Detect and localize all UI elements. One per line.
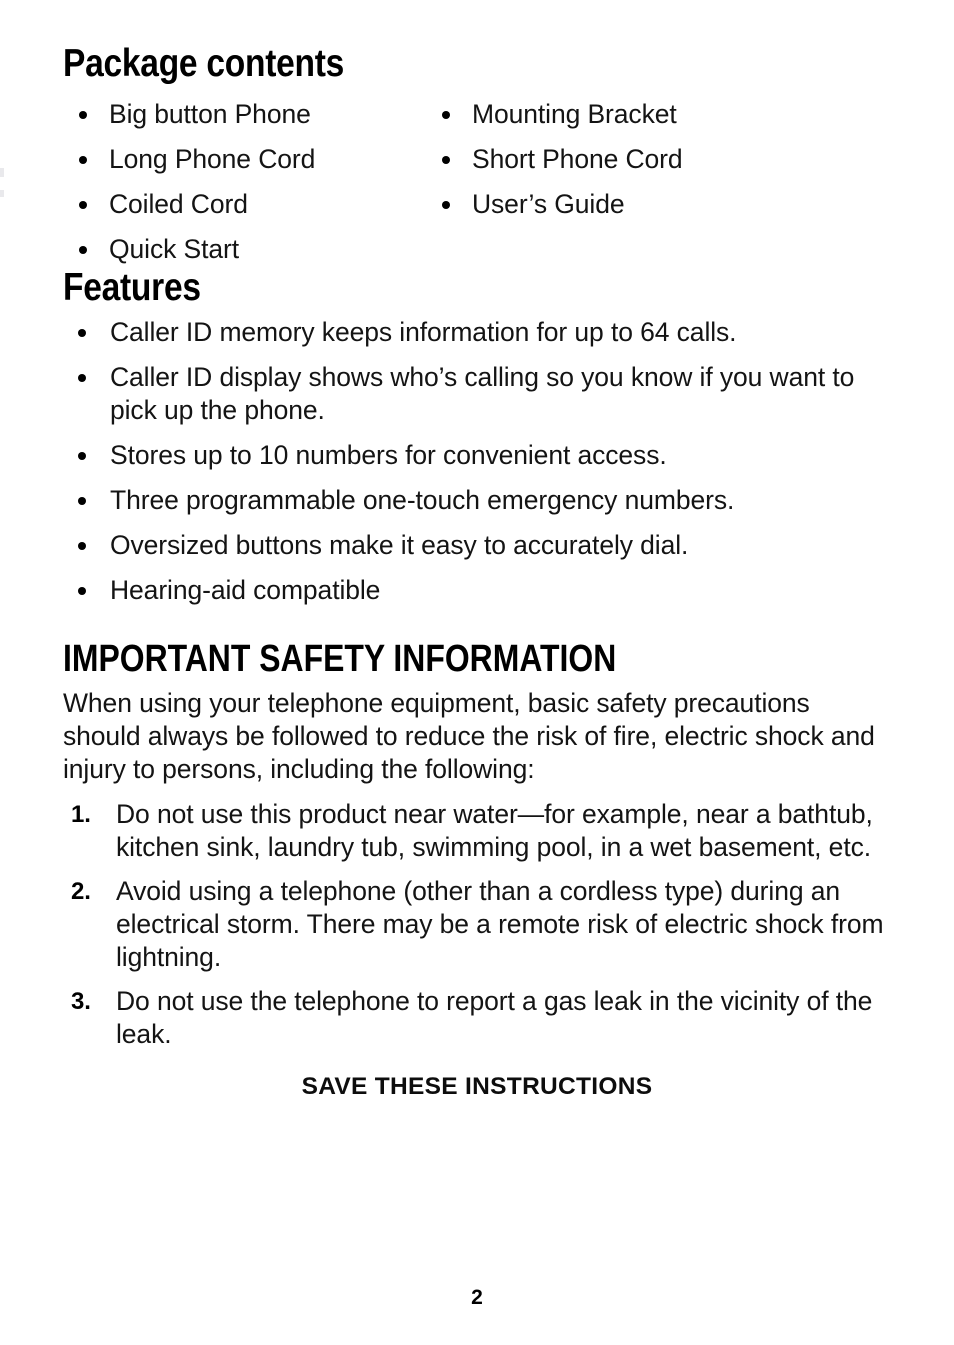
bullet-icon xyxy=(78,587,86,595)
list-item-label: Long Phone Cord xyxy=(109,144,316,174)
list-item-number: 3. xyxy=(71,988,91,1015)
list-item-label: Three programmable one-touch emergency n… xyxy=(110,485,735,515)
list-item-label: Do not use the telephone to report a gas… xyxy=(116,986,873,1049)
page-content: Package contents Big button Phone Long P… xyxy=(63,42,891,1101)
list-item: Coiled Cord xyxy=(77,188,315,221)
bullet-icon xyxy=(442,111,450,119)
list-item: Short Phone Cord xyxy=(440,143,683,176)
safety-intro-paragraph: When using your telephone equipment, bas… xyxy=(63,688,875,784)
bullet-icon xyxy=(79,201,87,209)
list-item: Caller ID display shows who’s calling so… xyxy=(63,361,891,427)
package-contents-columns: Big button Phone Long Phone Cord Coiled … xyxy=(63,98,891,266)
safety-section: IMPORTANT SAFETY INFORMATION When using … xyxy=(63,637,891,1101)
list-item: 1. Do not use this product near water—fo… xyxy=(63,798,891,864)
bullet-icon xyxy=(78,542,86,550)
list-item-label: Coiled Cord xyxy=(109,189,248,219)
list-item: 2. Avoid using a telephone (other than a… xyxy=(63,875,891,974)
package-contents-heading: Package contents xyxy=(63,42,345,85)
features-heading: Features xyxy=(63,266,201,309)
list-item-label: Mounting Bracket xyxy=(472,99,677,129)
document-page: Package contents Big button Phone Long P… xyxy=(0,0,954,1345)
save-these-instructions-note: SAVE THESE INSTRUCTIONS xyxy=(301,1073,653,1100)
bullet-icon xyxy=(79,156,87,164)
list-item-label: Oversized buttons make it easy to accura… xyxy=(110,530,689,560)
bullet-icon xyxy=(78,497,86,505)
list-item: Hearing-aid compatible xyxy=(63,574,891,607)
page-number: 2 xyxy=(471,1286,483,1309)
list-item-label: User’s Guide xyxy=(472,189,625,219)
list-item: Caller ID memory keeps information for u… xyxy=(63,316,891,349)
package-contents-list-right: Mounting Bracket Short Phone Cord User’s… xyxy=(440,98,683,221)
list-item-label: Avoid using a telephone (other than a co… xyxy=(116,876,884,972)
list-item-label: Quick Start xyxy=(109,234,239,264)
list-item: Oversized buttons make it easy to accura… xyxy=(63,529,891,562)
list-item-label: Do not use this product near water—for e… xyxy=(116,799,873,862)
package-contents-column-left: Big button Phone Long Phone Cord Coiled … xyxy=(77,98,315,278)
scan-artifact-mark xyxy=(0,168,4,177)
package-contents-column-right: Mounting Bracket Short Phone Cord User’s… xyxy=(440,98,683,233)
list-item: Big button Phone xyxy=(77,98,315,131)
features-section: Caller ID memory keeps information for u… xyxy=(63,316,891,607)
safety-numbered-list: 1. Do not use this product near water—fo… xyxy=(63,798,891,1051)
list-item-label: Big button Phone xyxy=(109,99,311,129)
features-list: Caller ID memory keeps information for u… xyxy=(63,316,891,607)
list-item-number: 1. xyxy=(71,801,91,828)
bullet-icon xyxy=(79,246,87,254)
list-item: Quick Start xyxy=(77,233,315,266)
bullet-icon xyxy=(442,156,450,164)
bullet-icon xyxy=(78,329,86,337)
list-item-label: Caller ID display shows who’s calling so… xyxy=(110,362,855,425)
safety-heading: IMPORTANT SAFETY INFORMATION xyxy=(63,638,617,680)
package-contents-list-left: Big button Phone Long Phone Cord Coiled … xyxy=(77,98,315,266)
bullet-icon xyxy=(78,374,86,382)
list-item-label: Stores up to 10 numbers for convenient a… xyxy=(110,440,667,470)
list-item: Long Phone Cord xyxy=(77,143,315,176)
list-item: User’s Guide xyxy=(440,188,683,221)
list-item: 3. Do not use the telephone to report a … xyxy=(63,985,891,1051)
scan-artifact-mark xyxy=(0,190,4,197)
list-item: Three programmable one-touch emergency n… xyxy=(63,484,891,517)
list-item: Stores up to 10 numbers for convenient a… xyxy=(63,439,891,472)
bullet-icon xyxy=(442,201,450,209)
list-item-label: Caller ID memory keeps information for u… xyxy=(110,317,737,347)
list-item-number: 2. xyxy=(71,878,91,905)
list-item-label: Short Phone Cord xyxy=(472,144,683,174)
bullet-icon xyxy=(79,111,87,119)
list-item: Mounting Bracket xyxy=(440,98,683,131)
bullet-icon xyxy=(78,452,86,460)
list-item-label: Hearing-aid compatible xyxy=(110,575,381,605)
